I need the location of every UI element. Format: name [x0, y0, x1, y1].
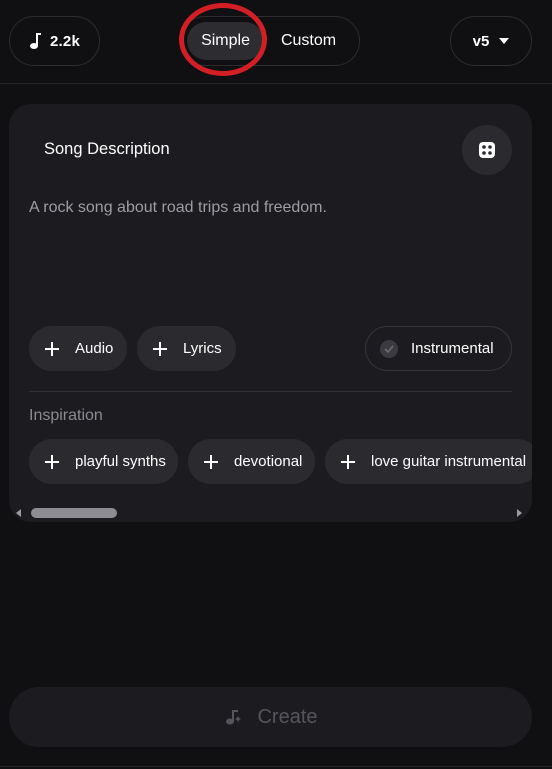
create-label: Create — [257, 705, 318, 728]
instrumental-toggle[interactable]: Instrumental — [365, 326, 512, 371]
song-description-card: Song Description A rock song about road … — [9, 104, 532, 522]
horizontal-scrollbar[interactable] — [9, 504, 532, 522]
inspiration-chip[interactable]: love guitar instrumental — [325, 439, 532, 484]
song-description-input[interactable]: A rock song about road trips and freedom… — [29, 199, 327, 217]
check-icon — [380, 339, 398, 358]
random-prompt-button[interactable] — [462, 125, 512, 175]
custom-mode-button[interactable]: Custom — [264, 22, 353, 60]
dice-icon — [479, 142, 495, 158]
scroll-right-arrow-icon[interactable] — [517, 509, 522, 517]
version-selector[interactable]: v5 — [450, 16, 532, 66]
credits-button[interactable]: 2.2k — [9, 16, 100, 66]
credits-value: 2.2k — [50, 32, 80, 50]
scroll-left-arrow-icon[interactable] — [16, 509, 21, 517]
lyrics-label: Lyrics — [183, 340, 222, 357]
chevron-down-icon — [499, 38, 510, 44]
inspiration-chip-label: playful synths — [75, 453, 166, 470]
create-music-icon — [226, 710, 242, 725]
plus-icon — [45, 454, 59, 469]
create-button[interactable]: Create — [9, 687, 532, 747]
instrumental-label: Instrumental — [411, 340, 494, 357]
plus-icon — [204, 454, 218, 469]
bottom-divider — [0, 766, 552, 767]
mode-toggle: Simple Custom — [180, 16, 360, 66]
version-value: v5 — [472, 32, 490, 50]
inspiration-chip-label: love guitar instrumental — [371, 453, 527, 470]
plus-icon — [45, 341, 59, 356]
simple-mode-button[interactable]: Simple — [187, 22, 265, 60]
card-title: Song Description — [44, 140, 170, 158]
top-bar: 2.2k Simple Custom v5 — [0, 0, 552, 84]
add-lyrics-button[interactable]: Lyrics — [137, 326, 236, 371]
inspiration-chip[interactable]: devotional — [188, 439, 315, 484]
audio-label: Audio — [75, 340, 114, 357]
scrollbar-thumb[interactable] — [31, 508, 117, 518]
plus-icon — [341, 454, 355, 469]
plus-icon — [153, 341, 167, 356]
inspiration-chip-label: devotional — [234, 453, 303, 470]
divider — [29, 391, 512, 392]
inspiration-chip[interactable]: playful synths — [29, 439, 178, 484]
add-audio-button[interactable]: Audio — [29, 326, 127, 371]
music-note-icon — [30, 33, 41, 49]
inspiration-label: Inspiration — [29, 407, 103, 424]
